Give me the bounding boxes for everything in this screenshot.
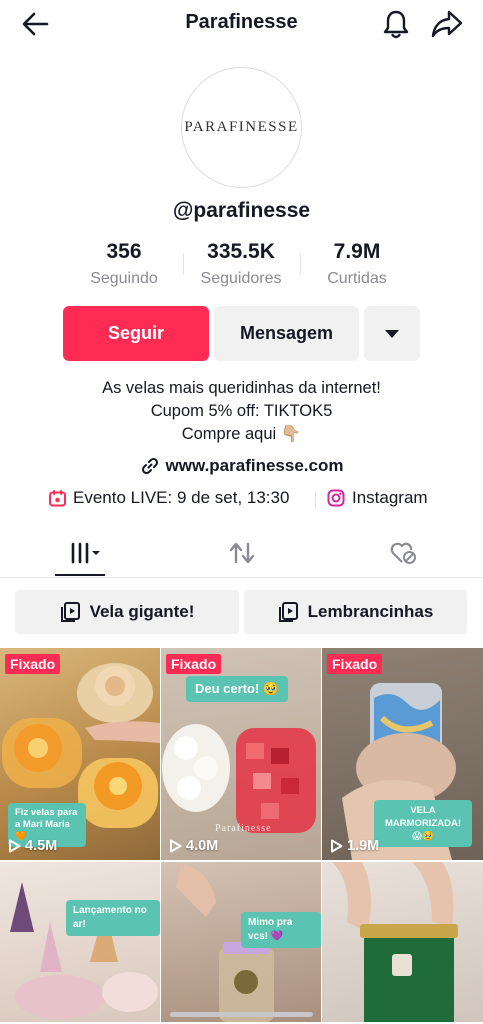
home-indicator xyxy=(170,1012,313,1017)
caret-down-icon xyxy=(385,329,399,338)
profile-bio: As velas mais queridinhas da internet! C… xyxy=(0,377,483,446)
liked-hidden-icon xyxy=(390,542,416,564)
video-thumbnail[interactable]: Fixado Fiz velas para a Mari Maria 🧡 4.5… xyxy=(0,648,160,860)
playlist-label: Vela gigante! xyxy=(89,602,195,621)
profile-link-text: www.parafinesse.com xyxy=(165,456,344,475)
stat-followers-label: Seguidores xyxy=(200,270,282,287)
video-thumbnail[interactable] xyxy=(322,862,483,1022)
view-count: 4.0M xyxy=(169,838,218,854)
stat-followers[interactable]: 335.5K Seguidores xyxy=(181,240,301,288)
playlist-button[interactable]: Vela gigante! xyxy=(15,590,239,634)
profile-stats: 356 Seguindo 335.5K Seguidores 7.9M Curt… xyxy=(0,240,483,292)
playlist-icon xyxy=(278,602,298,622)
message-button[interactable]: Mensagem xyxy=(214,306,359,361)
video-caption-bubble: Lançamento no ar! xyxy=(66,900,160,936)
active-tab-indicator xyxy=(55,574,105,576)
stat-following[interactable]: 356 Seguindo xyxy=(64,240,184,288)
video-caption-bubble: Deu certo! 🥹 xyxy=(186,676,289,702)
suggested-accounts-button[interactable] xyxy=(364,306,420,361)
tab-liked[interactable] xyxy=(322,530,483,576)
view-count: 4.5M xyxy=(8,838,57,854)
pinned-badge: Fixado xyxy=(5,654,61,674)
live-event-link[interactable]: Evento LIVE: 9 de set, 13:30 xyxy=(48,488,289,508)
live-event-text: Evento LIVE: 9 de set, 13:30 xyxy=(73,488,290,507)
play-icon xyxy=(9,839,21,853)
bio-line: Cupom 5% off: TIKTOK5 xyxy=(150,402,333,420)
video-thumbnail[interactable]: Fixado Deu certo! 🥹 Parafinesse 4.0M xyxy=(161,648,321,860)
instagram-icon xyxy=(327,489,345,507)
playlist-label: Lembrancinhas xyxy=(307,602,434,621)
share-icon[interactable] xyxy=(430,8,464,40)
stat-likes: 7.9M Curtidas xyxy=(297,240,417,288)
green-candle-image xyxy=(332,862,458,1022)
pinned-badge: Fixado xyxy=(327,654,383,674)
calendar-icon xyxy=(49,489,66,506)
link-icon xyxy=(141,457,158,475)
play-icon xyxy=(170,839,182,853)
tab-reposts[interactable] xyxy=(161,530,322,576)
repost-icon xyxy=(229,542,254,564)
bio-line: Compre aqui 👇🏼 xyxy=(181,425,302,443)
profile-link[interactable]: www.parafinesse.com xyxy=(0,456,483,476)
instagram-text: Instagram xyxy=(352,488,428,507)
follow-button[interactable]: Seguir xyxy=(63,306,209,361)
stat-following-label: Seguindo xyxy=(90,270,158,287)
watermark-text: Parafinesse xyxy=(215,823,272,834)
instagram-link[interactable]: Instagram xyxy=(327,488,428,508)
bio-line: As velas mais queridinhas da internet! xyxy=(102,379,381,397)
video-thumbnail[interactable]: Mimo pra vcs! 💜 xyxy=(161,862,321,1022)
crystals-image xyxy=(10,882,158,1019)
video-caption-bubble: Mimo pra vcs! 💜 xyxy=(241,912,321,948)
stat-followers-value: 335.5K xyxy=(207,240,275,263)
avatar-logo-text: PARAFINESSE xyxy=(184,119,299,135)
video-caption-bubble: VELA MARMORIZADA! 😱🥹 xyxy=(374,800,472,847)
view-count-text: 4.5M xyxy=(25,838,58,854)
play-icon xyxy=(331,839,343,853)
avatar[interactable]: PARAFINESSE xyxy=(181,67,302,188)
playlist-icon xyxy=(60,602,80,622)
stat-following-value: 356 xyxy=(106,240,142,263)
video-thumbnail[interactable]: Fixado VELA MARMORIZADA! 😱🥹 1.9M xyxy=(322,648,483,860)
view-count-text: 1.9M xyxy=(347,838,380,854)
video-grid-icon xyxy=(71,542,100,564)
tab-videos[interactable] xyxy=(0,530,161,576)
view-count: 1.9M xyxy=(330,838,379,854)
stat-likes-label: Curtidas xyxy=(327,270,387,287)
video-thumbnail[interactable]: Lançamento no ar! xyxy=(0,862,160,1022)
profile-extras: Evento LIVE: 9 de set, 13:30 Instagram xyxy=(0,488,483,512)
bell-icon[interactable] xyxy=(381,8,411,40)
top-bar: Parafinesse xyxy=(0,0,483,48)
extras-divider xyxy=(315,491,316,509)
profile-handle: @parafinesse xyxy=(172,199,311,222)
playlist-button[interactable]: Lembrancinhas xyxy=(244,590,467,634)
view-count-text: 4.0M xyxy=(186,838,219,854)
stat-likes-value: 7.9M xyxy=(333,240,381,263)
pinned-badge: Fixado xyxy=(166,654,222,674)
content-tabs xyxy=(0,530,483,578)
